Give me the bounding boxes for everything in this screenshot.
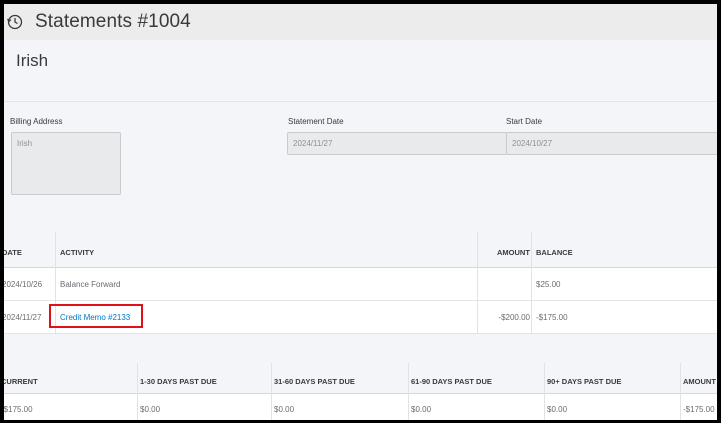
aging-31-60-value: $0.00 <box>274 405 295 414</box>
statement-date-label: Statement Date <box>288 117 344 126</box>
start-date-label: Start Date <box>506 117 543 126</box>
column-header-61-90: 61-90 DAYS PAST DUE <box>411 377 492 386</box>
billing-address-label: Billing Address <box>10 117 63 126</box>
page-title: Statements #1004 <box>35 11 191 32</box>
aging-90-plus-value: $0.00 <box>547 405 568 414</box>
column-header-1-30: 1-30 DAYS PAST DUE <box>140 377 217 386</box>
row-date: 2024/10/26 <box>4 280 43 289</box>
aging-table-header: CURRENT 1-30 DAYS PAST DUE 31-60 DAYS PA… <box>4 363 717 394</box>
history-icon[interactable] <box>6 13 24 31</box>
aging-61-90-value: $0.00 <box>411 405 432 414</box>
customer-band <box>4 40 717 102</box>
column-divider <box>531 232 532 334</box>
column-divider <box>408 363 409 420</box>
table-row: 2024/10/26 Balance Forward $25.00 <box>4 268 717 301</box>
column-divider <box>477 232 478 334</box>
statement-date-field[interactable]: 2024/11/27 <box>287 132 507 155</box>
column-divider <box>544 363 545 420</box>
column-header-balance: BALANCE <box>536 248 573 257</box>
billing-address-field[interactable]: Irish <box>11 132 121 195</box>
column-header-amount-due: AMOUNT DUE <box>683 377 717 386</box>
column-divider <box>680 363 681 420</box>
customer-name[interactable]: Irish <box>16 51 48 71</box>
row-balance: $25.00 <box>536 280 561 289</box>
column-divider <box>271 363 272 420</box>
column-header-amount: AMOUNT <box>497 248 530 257</box>
row-balance: -$175.00 <box>536 313 568 322</box>
column-header-31-60: 31-60 DAYS PAST DUE <box>274 377 355 386</box>
statement-form: Billing Address Irish Statement Date 202… <box>4 102 717 232</box>
column-header-date: DATE <box>4 248 22 257</box>
row-activity: Balance Forward <box>60 280 121 289</box>
row-date: 2024/11/27 <box>4 313 42 322</box>
column-header-current: CURRENT <box>4 377 38 386</box>
column-divider <box>137 363 138 420</box>
activity-table-header: DATE ACTIVITY AMOUNT BALANCE <box>4 232 717 268</box>
row-amount: -$200.00 <box>498 313 530 322</box>
aging-row: -$175.00 $0.00 $0.00 $0.00 $0.00 -$175.0… <box>4 394 717 420</box>
highlight-box <box>49 304 143 328</box>
aging-1-30-value: $0.00 <box>140 405 161 414</box>
aging-amount-due-value: -$175.00 <box>683 405 715 414</box>
header-bar: Statements #1004 <box>4 4 717 40</box>
statement-window: Statements #1004 Irish Billing Address I… <box>4 4 717 420</box>
column-header-activity: ACTIVITY <box>60 248 95 257</box>
aging-current-value: -$175.00 <box>4 405 33 414</box>
column-header-90-plus: 90+ DAYS PAST DUE <box>547 377 622 386</box>
start-date-field[interactable]: 2024/10/27 <box>506 132 717 155</box>
